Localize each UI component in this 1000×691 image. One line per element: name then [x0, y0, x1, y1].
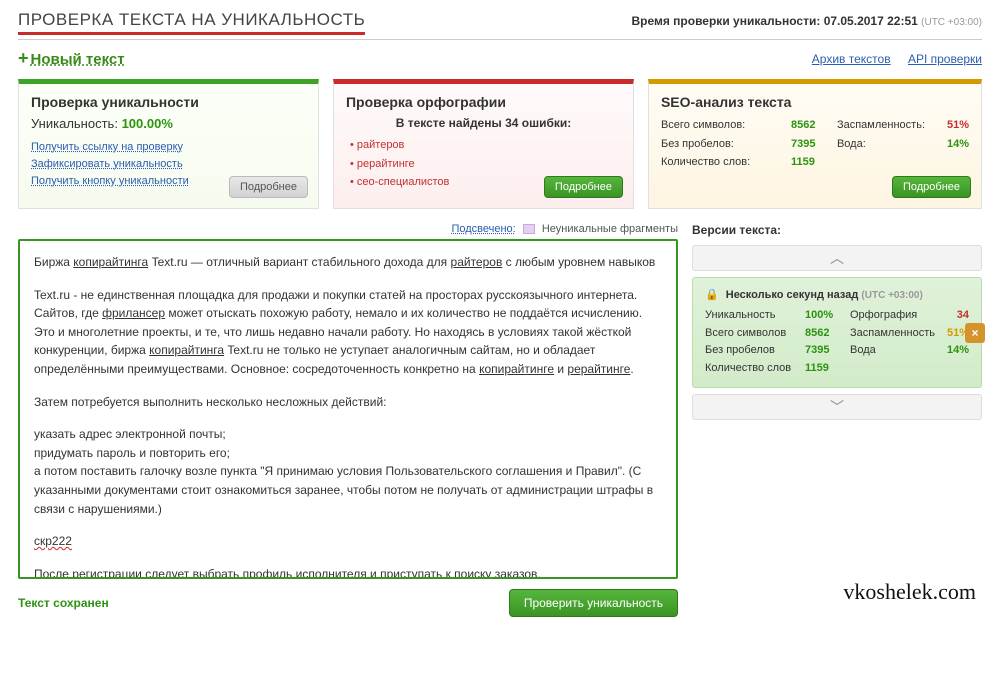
- uniqueness-title: Проверка уникальности: [31, 94, 306, 110]
- archive-link[interactable]: Архив текстов: [812, 52, 891, 66]
- legend-label: Неуникальные фрагменты: [542, 223, 678, 235]
- seo-title: SEO-анализ текста: [661, 94, 969, 110]
- spelling-title: Проверка орфографии: [346, 94, 621, 110]
- spell-more-button[interactable]: Подробнее: [544, 176, 623, 198]
- versions-up-button[interactable]: ︿: [692, 245, 982, 271]
- get-check-link[interactable]: Получить ссылку на проверку: [31, 141, 183, 153]
- api-link[interactable]: API проверки: [908, 52, 982, 66]
- spelling-panel: Проверка орфографии В тексте найдены 34 …: [333, 79, 634, 209]
- seo-panel: SEO-анализ текста Всего символов:8562Зас…: [648, 79, 982, 209]
- version-close-button[interactable]: ×: [965, 323, 985, 343]
- spelling-subtitle: В тексте найдены 34 ошибки:: [346, 116, 621, 130]
- highlight-link[interactable]: Подсвечено:: [451, 223, 515, 235]
- fix-uniqueness-link[interactable]: Зафиксировать уникальность: [31, 158, 183, 170]
- uniqueness-value: 100.00%: [122, 116, 173, 131]
- plus-icon: +: [18, 48, 29, 68]
- lock-icon: 🔒: [705, 289, 719, 301]
- version-card[interactable]: 🔒 Несколько секунд назад (UTC +03:00) Ун…: [692, 277, 982, 388]
- legend: Подсвечено: Неуникальные фрагменты: [18, 223, 678, 235]
- uniqueness-panel: Проверка уникальности Уникальность: 100.…: [18, 79, 319, 209]
- seo-more-button[interactable]: Подробнее: [892, 176, 971, 198]
- versions-down-button[interactable]: ﹀: [692, 394, 982, 420]
- chevron-up-icon: ︿: [830, 250, 844, 266]
- new-text-button[interactable]: +Новый текст: [18, 48, 125, 69]
- swatch-icon: [523, 224, 535, 234]
- page-title: ПРОВЕРКА ТЕКСТА НА УНИКАЛЬНОСТЬ: [18, 10, 365, 35]
- check-uniqueness-button[interactable]: Проверить уникальность: [509, 589, 678, 617]
- versions-title: Версии текста:: [692, 223, 982, 237]
- saved-status: Текст сохранен: [18, 596, 109, 610]
- chevron-down-icon: ﹀: [830, 399, 844, 415]
- text-editor[interactable]: Биржа копирайтинга Text.ru — отличный ва…: [18, 239, 678, 579]
- get-button-link[interactable]: Получить кнопку уникальности: [31, 175, 189, 187]
- uniqueness-label: Уникальность:: [31, 116, 118, 131]
- uniq-more-button[interactable]: Подробнее: [229, 176, 308, 198]
- check-timestamp: Время проверки уникальности: 07.05.2017 …: [631, 14, 982, 28]
